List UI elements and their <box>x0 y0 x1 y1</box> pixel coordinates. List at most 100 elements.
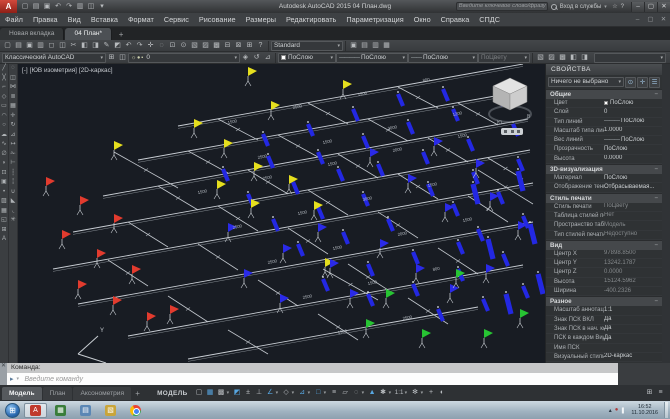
doc-minimize-button[interactable]: ‒ <box>631 15 644 24</box>
property-row[interactable]: Знак ПСК в нач. ко...Да <box>546 325 662 334</box>
make-current-icon[interactable]: ◈ <box>240 52 251 63</box>
taskbar-chrome-icon[interactable] <box>124 403 147 418</box>
property-row[interactable]: ЦветПоСлою <box>546 99 662 108</box>
text-style-icon[interactable]: ▣ <box>348 40 359 51</box>
taskbar-explorer-icon[interactable]: ▤ <box>74 403 97 418</box>
move-icon[interactable]: ✛ <box>9 112 18 122</box>
signin-caret-icon[interactable]: ▾ <box>604 4 609 10</box>
properties-icon[interactable]: ▧ <box>189 40 200 51</box>
quick-select-icon[interactable]: ✛ <box>637 77 648 88</box>
markup-icon[interactable]: ⊠ <box>233 40 244 51</box>
view-cube[interactable]: Ю В <box>487 72 533 128</box>
selection-combo[interactable]: Ничего не выбрано▾ <box>548 77 624 87</box>
object-snap-tracking-icon[interactable]: ⊿ <box>297 387 308 399</box>
redo-icon[interactable]: ↷ <box>134 40 145 51</box>
region-icon[interactable]: ◱ <box>0 216 9 226</box>
property-row[interactable]: ПСК в каждом Вид...Да <box>546 334 662 343</box>
property-row[interactable]: Вес линий———ПоСлою <box>546 136 662 145</box>
new-file-icon[interactable]: ▢ <box>20 1 30 12</box>
menu-6[interactable]: Рисование <box>194 15 241 24</box>
save-icon[interactable]: ▣ <box>42 1 52 12</box>
infer-constraints-icon[interactable]: ◩ <box>232 387 243 399</box>
favorites-icon[interactable]: ☆ <box>612 3 617 10</box>
render-icon[interactable]: ▨ <box>546 52 557 63</box>
section-1[interactable]: 3D-визуализация− <box>546 164 662 174</box>
layer-match-icon[interactable]: ⊿ <box>262 52 273 63</box>
lineweight-combo[interactable]: —— ПоСлою▾ <box>408 53 478 63</box>
tool-palettes-icon[interactable]: ▩ <box>211 40 222 51</box>
property-row[interactable]: Центр X97898.8500 <box>546 250 662 259</box>
offset-icon[interactable]: ≣ <box>9 93 18 103</box>
drawing-svg[interactable]: 1500250015008002500150030001200150025001… <box>18 64 545 363</box>
select-objects-icon[interactable]: ☰ <box>649 77 660 88</box>
polyline-icon[interactable]: ⌐ <box>0 83 9 93</box>
extend-icon[interactable]: ⊢ <box>9 159 18 169</box>
layout-tab-Аксонометрия[interactable]: Аксонометрия <box>73 387 131 400</box>
design-center-icon[interactable]: ▨ <box>200 40 211 51</box>
object-snap-icon[interactable]: □ <box>313 387 324 399</box>
property-row[interactable]: Центр Y13242.1787 <box>546 259 662 268</box>
rotate-icon[interactable]: ↻ <box>9 121 18 131</box>
gradient-icon[interactable]: ▦ <box>0 207 9 217</box>
visual-styles-icon[interactable]: ◨ <box>579 52 590 63</box>
palette-title[interactable]: СВОЙСТВА <box>546 64 662 75</box>
property-row[interactable]: Масштаб типа лин...1.0000 <box>546 127 662 136</box>
table-icon[interactable]: ⊞ <box>0 226 9 236</box>
selection-cycling-icon[interactable]: ◌ <box>351 387 362 399</box>
help-icon[interactable]: ? <box>621 4 624 10</box>
mirror-icon[interactable]: ⋈ <box>9 83 18 93</box>
layer-on-icon[interactable]: ☼ <box>131 54 136 62</box>
undo-icon[interactable]: ↶ <box>53 1 63 12</box>
property-row[interactable]: Масштаб аннотаций1:1 <box>546 306 662 315</box>
minimize-button[interactable]: ‒ <box>631 2 644 12</box>
section-2[interactable]: Стиль печати− <box>546 193 662 203</box>
property-row[interactable]: Визуальный стиль2D-каркас <box>546 353 662 362</box>
close-button[interactable]: ✕ <box>657 2 670 12</box>
toggle-value-icon[interactable]: ⊙ <box>625 77 636 88</box>
menu-8[interactable]: Редактировать <box>281 15 341 24</box>
revision-cloud-icon[interactable]: ☁ <box>0 131 9 141</box>
search-icon[interactable] <box>551 4 557 10</box>
quickcalc-icon[interactable]: ⊞ <box>244 40 255 51</box>
spline-icon[interactable]: ∿ <box>0 140 9 150</box>
table-style-icon[interactable]: ▥ <box>370 40 381 51</box>
copy-clip-icon[interactable]: ◧ <box>79 40 90 51</box>
start-button[interactable]: ⊞ <box>5 403 20 418</box>
lineweight-display-icon[interactable]: ≡ <box>329 387 340 399</box>
plot-style-icon[interactable]: ▧ <box>535 52 546 63</box>
taskbar-folder-icon[interactable]: ▧ <box>99 403 122 418</box>
mtext-icon[interactable]: A <box>0 235 9 245</box>
plot-icon[interactable]: ▥ <box>35 40 46 51</box>
plot-icon[interactable]: ▥ <box>75 1 85 12</box>
property-row[interactable]: Имя ПСК <box>546 344 662 353</box>
annotation-visibility-icon[interactable]: ▲ <box>367 387 378 399</box>
linetype-combo[interactable]: ———— ПоСлою▾ <box>336 53 408 63</box>
layer-states-icon[interactable]: ◫ <box>117 52 128 63</box>
new-drawing-tab-button[interactable]: + <box>115 29 127 40</box>
scale-icon[interactable]: ⊿ <box>9 131 18 141</box>
performance-icon[interactable]: ⊞ <box>644 387 655 399</box>
dim-style-icon[interactable]: ▤ <box>359 40 370 51</box>
app-menu-button[interactable]: A <box>0 0 17 13</box>
trim-icon[interactable]: ✁ <box>9 150 18 160</box>
color-combo[interactable]: ПоСлою▾ <box>278 53 336 63</box>
command-input[interactable]: ▸ ▾ Введите команду <box>7 373 618 385</box>
property-row[interactable]: Центр Z0.0000 <box>546 268 662 277</box>
save-icon[interactable]: ▣ <box>24 40 35 51</box>
circle-icon[interactable]: ○ <box>0 121 9 131</box>
section-0[interactable]: Общие− <box>546 89 662 99</box>
open-file-icon[interactable]: ▤ <box>31 1 41 12</box>
new-layout-button[interactable]: + <box>132 389 143 398</box>
menu-5[interactable]: Сервис <box>159 15 194 24</box>
insert-block-icon[interactable]: ⊡ <box>0 169 9 179</box>
match-properties-icon[interactable]: ✎ <box>101 40 112 51</box>
block-editor-icon[interactable]: ◩ <box>112 40 123 51</box>
copy-icon[interactable]: ◫ <box>9 74 18 84</box>
menu-4[interactable]: Формат <box>123 15 159 24</box>
workspace-combo[interactable]: Классический AutoCAD▾ <box>2 53 106 63</box>
file-tab-0[interactable]: Новая вкладка <box>0 28 64 40</box>
empty-combo[interactable]: ▾ <box>594 53 666 63</box>
hatch-icon[interactable]: ▨ <box>0 197 9 207</box>
menu-9[interactable]: Параметризация <box>341 15 408 24</box>
property-row[interactable]: Тип линий———ПоСлою <box>546 118 662 127</box>
